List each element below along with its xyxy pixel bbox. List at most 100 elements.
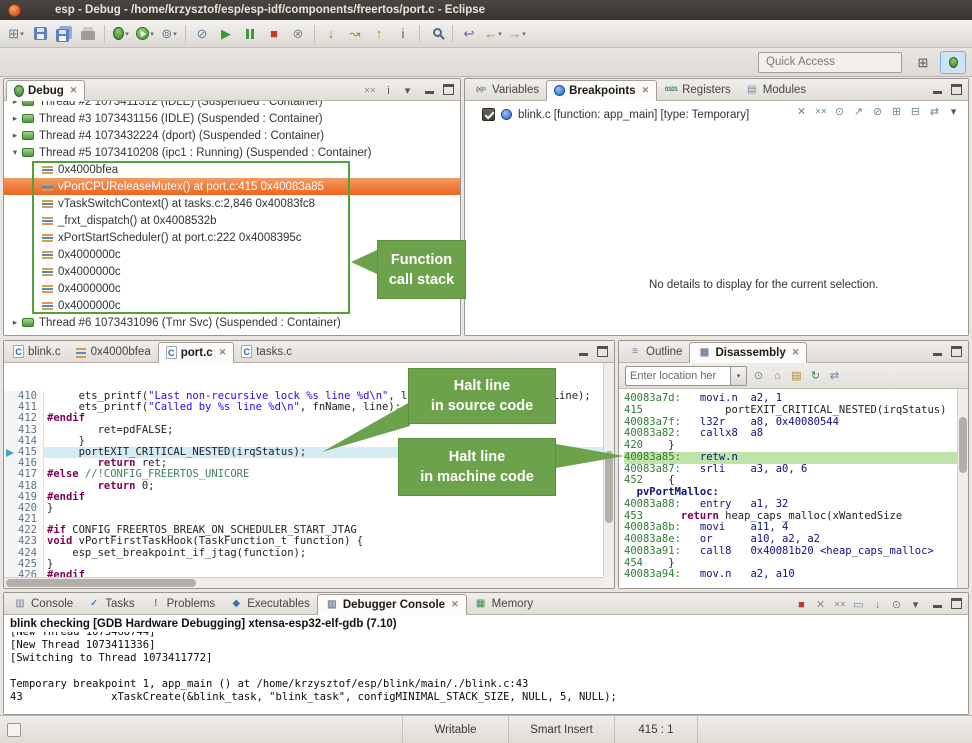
pin-console-button[interactable]: ⊙ [888, 596, 905, 613]
link-with-debug-view-button[interactable]: ⇄ [926, 103, 943, 120]
scroll-thumb[interactable] [959, 417, 967, 473]
external-tools-button[interactable]: ⊚▾ [157, 23, 181, 45]
editor-annotation-ruler[interactable] [4, 492, 18, 503]
print-button[interactable] [76, 23, 100, 45]
remove-launch-button[interactable]: ✕ [812, 596, 829, 613]
disassembly-vertical-scrollbar[interactable] [957, 389, 968, 588]
breakpoint-checkbox[interactable] [482, 108, 495, 121]
minimize-button[interactable] [578, 346, 589, 357]
forward-button[interactable]: →▾ [505, 23, 529, 45]
collapse-all-button[interactable]: ⊟ [907, 103, 924, 120]
views-tab-breakpoints[interactable]: Breakpoints✕ [546, 80, 657, 101]
debug-frame-row[interactable]: vTaskSwitchContext() at tasks.c:2,846 0x… [4, 195, 460, 212]
maximize-button[interactable] [951, 84, 962, 95]
console-tab-problems[interactable]: !Problems [142, 593, 223, 614]
editor-annotation-ruler[interactable] [4, 481, 18, 492]
disassembly-line[interactable]: 40083a94: mov.n a2, a10 [624, 569, 957, 581]
go-to-file-for-breakpoint-button[interactable]: ↗ [850, 103, 867, 120]
views-tab-variables[interactable]: (x)=Variables [467, 79, 546, 100]
views-tab-registers[interactable]: 0101Registers [657, 79, 738, 100]
editor-annotation-ruler[interactable] [4, 514, 18, 525]
scroll-lock-button[interactable]: ↓ [869, 596, 886, 613]
remove-all-breakpoints-button[interactable]: ✕✕ [812, 103, 829, 120]
twistie-icon[interactable]: ▸ [8, 101, 22, 107]
dropdown-arrow-icon[interactable]: ▾ [498, 30, 502, 38]
combo-dropdown-icon[interactable]: ▾ [730, 367, 746, 385]
console-tab-debugger-console[interactable]: ▥Debugger Console✕ [317, 594, 467, 615]
line-number[interactable]: 426 [18, 570, 44, 577]
code-line[interactable]: 425} [4, 559, 603, 570]
views-tab-modules[interactable]: ▤Modules [738, 79, 813, 100]
debug-frame-row[interactable]: vPortCPUReleaseMutex() at port.c:415 0x4… [4, 178, 460, 195]
console-content[interactable]: blink checking [GDB Hardware Debugging] … [4, 615, 968, 714]
quick-access-field[interactable]: Quick Access [758, 52, 902, 73]
instruction-stepping-button[interactable]: i [391, 23, 415, 45]
editor-tab-tasks-c[interactable]: Ctasks.c [234, 341, 299, 362]
console-tab-memory[interactable]: ▦Memory [467, 593, 541, 614]
editor-tab-blink-c[interactable]: Cblink.c [6, 341, 68, 362]
editor-annotation-ruler[interactable] [4, 503, 18, 514]
minimize-button[interactable] [424, 84, 435, 95]
tab-close-icon[interactable]: ✕ [642, 85, 650, 96]
save-button[interactable] [28, 23, 52, 45]
debug-thread-row[interactable]: ▸Thread #2 1073411312 (IDLE) (Suspended … [4, 101, 460, 110]
maximize-button[interactable] [597, 346, 608, 357]
view-menu-button[interactable]: ▾ [945, 103, 962, 120]
new-button[interactable]: ⊞▾ [4, 23, 28, 45]
code-line[interactable]: 426#endif [4, 570, 603, 577]
dropdown-arrow-icon[interactable]: ▾ [125, 30, 129, 38]
window-close-button[interactable] [8, 4, 21, 17]
tab-close-icon[interactable]: ✕ [219, 347, 227, 358]
line-number[interactable]: 417 [18, 469, 44, 480]
code-line[interactable]: 424 esp_set_breakpoint_if_jtag(function)… [4, 548, 603, 559]
remove-all-terminated-launches-button[interactable]: ✕✕ [831, 596, 848, 613]
editor-annotation-ruler[interactable] [4, 458, 18, 469]
debug-frame-row[interactable]: _frxt_dispatch() at 0x4008532b [4, 212, 460, 229]
show-breakpoints-supported-button[interactable]: ⊙ [831, 103, 848, 120]
debug-button[interactable]: ▾ [109, 23, 133, 45]
editor-annotation-ruler[interactable] [4, 391, 18, 402]
trim-icon[interactable] [7, 723, 21, 737]
step-return-button[interactable]: ↑ [367, 23, 391, 45]
editor-vertical-scrollbar[interactable] [603, 363, 614, 577]
editor-tab-port-c[interactable]: Cport.c✕ [158, 342, 235, 363]
expand-all-button[interactable]: ⊞ [888, 103, 905, 120]
disasm-tab-disassembly[interactable]: ▦Disassembly✕ [689, 342, 807, 363]
maximize-button[interactable] [443, 84, 454, 95]
track-expression-button[interactable]: ⊙ [750, 367, 767, 384]
line-number[interactable]: 418 [18, 481, 44, 492]
step-into-button[interactable]: ↓ [319, 23, 343, 45]
editor-annotation-ruler[interactable] [4, 447, 18, 458]
refresh-view-button[interactable]: ↻ [807, 367, 824, 384]
last-edit-location-button[interactable]: ↩ [457, 23, 481, 45]
maximize-button[interactable] [951, 598, 962, 609]
minimize-button[interactable] [932, 346, 943, 357]
suspend-button[interactable] [238, 23, 262, 45]
console-tab-executables[interactable]: ◆Executables [222, 593, 317, 614]
search-button[interactable] [424, 23, 448, 45]
back-button[interactable]: ←▾ [481, 23, 505, 45]
instruction-stepping-mode-button[interactable]: i [380, 82, 397, 99]
code-line[interactable]: 420} [4, 503, 603, 514]
disconnect-button[interactable]: ⊗ [286, 23, 310, 45]
terminate-button[interactable]: ■ [262, 23, 286, 45]
skip-all-breakpoints-button[interactable]: ⊘ [869, 103, 886, 120]
editor-annotation-ruler[interactable] [4, 570, 18, 577]
disassembly-listing[interactable]: 40083a7d: movi.n a2, 1415 portEXIT_CRITI… [619, 389, 957, 588]
dropdown-arrow-icon[interactable]: ▾ [150, 30, 154, 38]
location-combo[interactable]: Enter location her ▾ [625, 366, 747, 386]
view-menu-button[interactable]: ▾ [399, 82, 416, 99]
twistie-icon[interactable]: ▸ [8, 317, 22, 328]
tab-close-icon[interactable]: ✕ [792, 347, 800, 358]
editor-horizontal-scrollbar[interactable] [4, 577, 603, 588]
editor-annotation-ruler[interactable] [4, 548, 18, 559]
debug-thread-row[interactable]: ▸Thread #6 1073431096 (Tmr Svc) (Suspend… [4, 314, 460, 331]
console-tab-tasks[interactable]: ✓Tasks [80, 593, 141, 614]
debug-tab-debug[interactable]: Debug✕ [6, 80, 85, 101]
editor-annotation-ruler[interactable] [4, 536, 18, 547]
twistie-icon[interactable]: ▾ [8, 147, 22, 158]
line-number[interactable]: 412 [18, 413, 44, 424]
scroll-thumb[interactable] [6, 579, 196, 587]
debug-frame-row[interactable]: 0x4000bfea [4, 161, 460, 178]
tab-close-icon[interactable]: ✕ [451, 599, 459, 610]
